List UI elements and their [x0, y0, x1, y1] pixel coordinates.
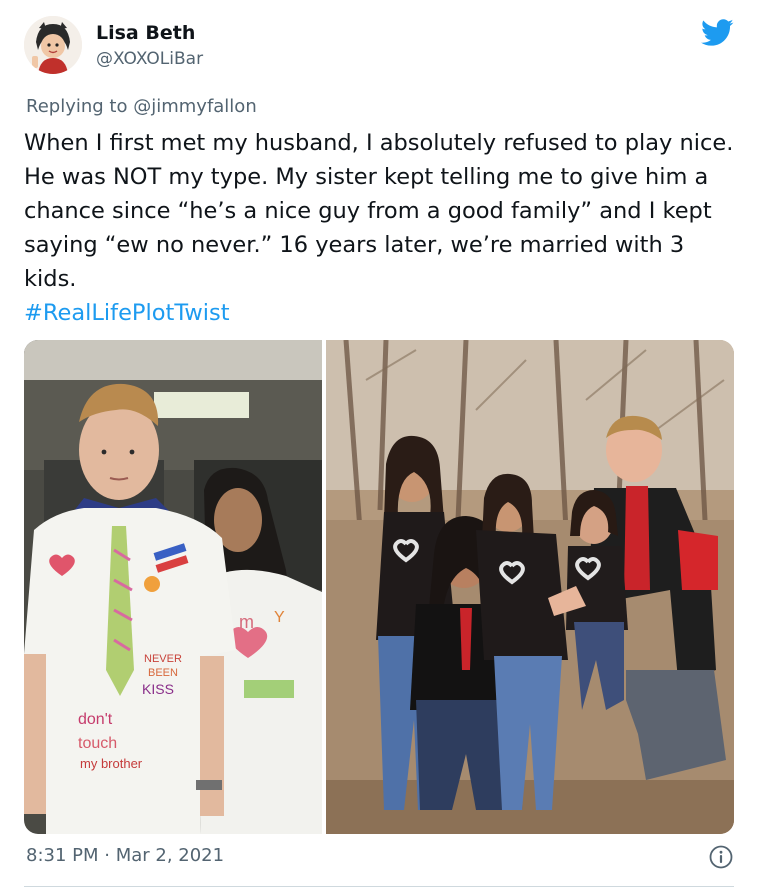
svg-text:m: m — [239, 612, 254, 632]
reply-mention-link[interactable]: @jimmyfallon — [133, 96, 257, 117]
hashtag-link[interactable]: #RealLifePlotTwist — [24, 300, 230, 326]
author-avatar[interactable] — [24, 16, 82, 74]
divider — [24, 886, 734, 887]
author-name[interactable]: Lisa Beth — [96, 22, 195, 44]
tweet-media[interactable]: m Y NEVER BEEN KISS don't touch my broth… — [24, 340, 734, 834]
twitter-bird-icon[interactable] — [701, 19, 734, 47]
tweet-text: When I first met my husband, I absolutel… — [24, 130, 734, 292]
shirt-text-kiss: KISS — [142, 681, 174, 697]
reply-context: Replying to @jimmyfallon — [26, 96, 257, 117]
svg-text:Y: Y — [274, 609, 285, 626]
shirt-text-never: NEVER — [144, 653, 182, 665]
tweet-card: Lisa Beth @XOXOLiBar Replying to @jimmyf… — [0, 0, 757, 894]
photo-family[interactable] — [326, 340, 734, 834]
shirt-text-my-brother: my brother — [80, 756, 143, 771]
author-handle[interactable]: @XOXOLiBar — [96, 49, 203, 69]
info-icon[interactable] — [709, 845, 733, 869]
shirt-text-been: BEEN — [148, 667, 178, 679]
shirt-text-dont: don't — [78, 711, 113, 728]
avatar-illustration — [24, 16, 82, 74]
tweet-timestamp[interactable]: 8:31 PM · Mar 2, 2021 — [26, 845, 224, 866]
shirt-text-touch: touch — [78, 735, 117, 752]
tweet-body: When I first met my husband, I absolutel… — [24, 126, 734, 330]
photo-couple-tshirts[interactable]: m Y NEVER BEEN KISS don't touch my broth… — [24, 340, 322, 834]
reply-prefix: Replying to — [26, 96, 128, 117]
